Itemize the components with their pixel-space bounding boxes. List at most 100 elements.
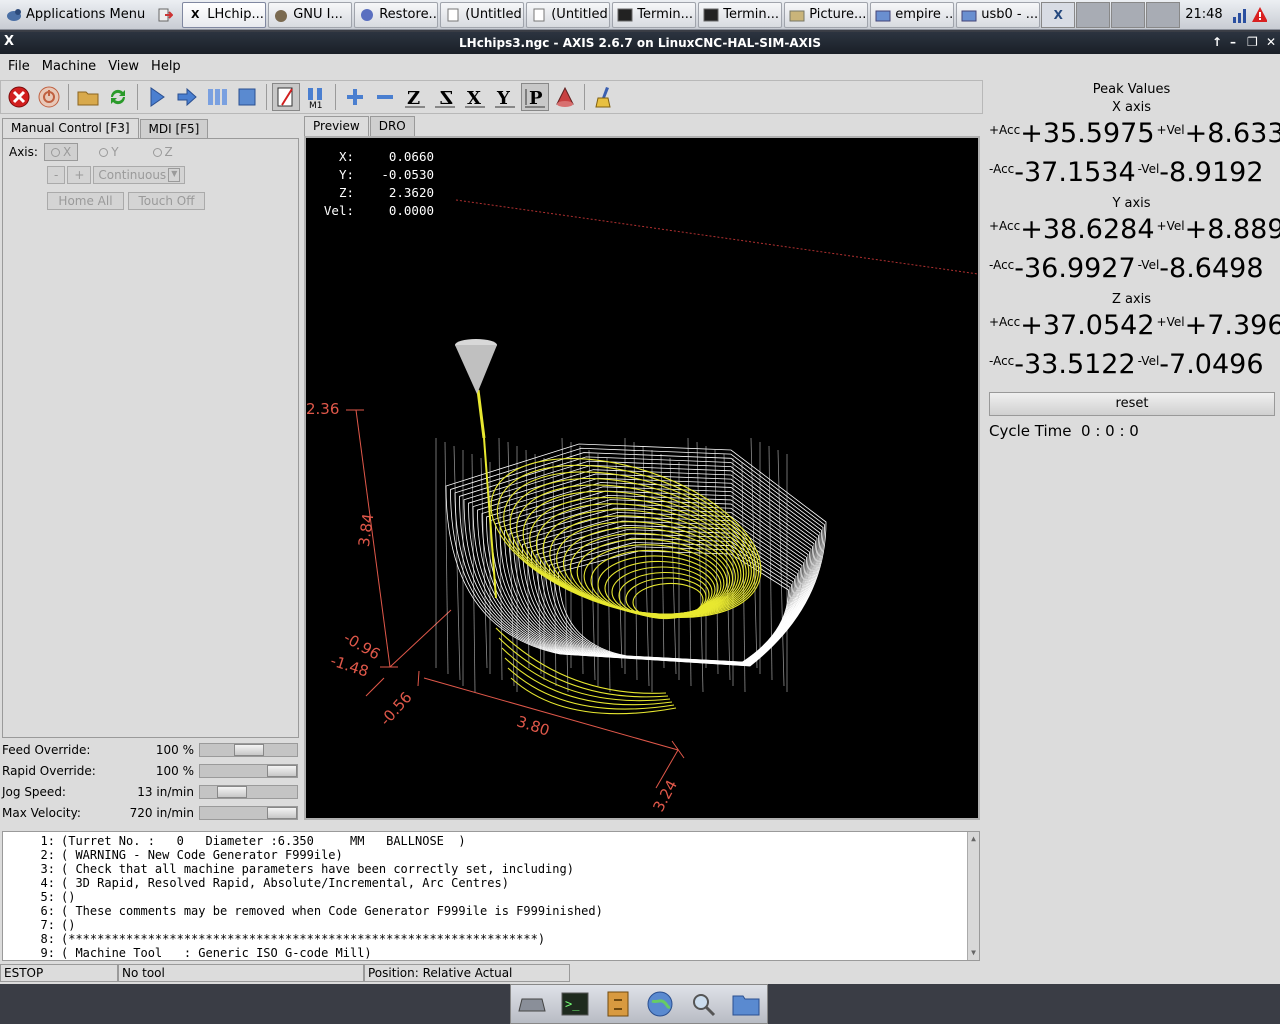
view-z2-button[interactable]: Z [431,83,459,111]
window-x-icon[interactable]: X [4,34,14,49]
task-terminal-1[interactable]: Termin... [612,1,697,28]
tab-manual-control[interactable]: Manual Control [F3] [2,118,139,138]
applications-menu-button[interactable]: Applications Menu [1,2,150,28]
logout-button[interactable] [152,2,180,28]
task-pictures[interactable]: Picture... [784,1,869,28]
warning-icon[interactable] [1251,6,1267,23]
window-title: LHchips3.ngc - AXIS 2.6.7 on LinuxCNC-HA… [459,36,821,50]
peak-y-minus-vel: -8.6498 [1159,253,1264,284]
workspace-1[interactable]: X [1041,1,1076,28]
menu-machine[interactable]: Machine [36,59,102,74]
network-signal-icon[interactable] [1231,7,1247,23]
gcode-line[interactable]: 8: (*************************************… [3,932,979,946]
workspace-4[interactable] [1146,1,1181,28]
toolpath-canvas[interactable]: 2.36 3.84 -0.96 -1.48 -0.56 3.80 3.24 [306,138,978,818]
gcode-line[interactable]: 4: ( 3D Rapid, Resolved Rapid, Absolute/I… [3,876,979,890]
zoom-in-button[interactable] [341,83,369,111]
block-delete-button[interactable] [272,83,300,111]
gcode-scrollbar[interactable]: ▲ ▼ [967,832,979,960]
window-shade-icon[interactable]: ↑ [1212,35,1222,49]
optional-stop-button[interactable]: M1 [302,83,330,111]
terminal-icon[interactable]: >_ [560,989,590,1019]
web-browser-globe-icon[interactable] [645,989,675,1019]
touch-off-button[interactable]: Touch Off [128,192,205,210]
view-x-button[interactable]: X [461,83,489,111]
task-lhchips[interactable]: X LHchip... [182,1,267,28]
gcode-line[interactable]: 7: () [3,918,979,932]
tab-mdi[interactable]: MDI [F5] [139,119,209,138]
applications-menu-label: Applications Menu [26,7,146,22]
axis-z-radio[interactable]: Z [146,143,180,161]
gcode-listing[interactable]: 1: (Turret No. : 0 Diameter :6.350 MM BAL… [2,831,980,961]
gcode-line[interactable]: 2: ( WARNING - New Code Generator F999ile… [3,848,979,862]
zoom-out-button[interactable] [371,83,399,111]
gcode-line[interactable]: 9: ( Machine Tool : Generic ISO G-code Mi… [3,946,979,960]
reload-file-button[interactable] [104,83,132,111]
pause-button[interactable] [203,83,231,111]
jog-speed-slider[interactable] [199,785,298,799]
view-p-button[interactable]: P [521,83,549,111]
jog-increment-select[interactable]: Continuous ▼ [93,166,186,184]
task-label: GNU I... [293,7,343,22]
slider-knob[interactable] [217,786,247,798]
file-cabinet-icon[interactable] [603,989,633,1019]
scroll-up-icon[interactable]: ▲ [968,832,979,846]
workspace-2[interactable] [1076,1,1111,28]
slider-knob[interactable] [234,744,264,756]
step-button[interactable] [173,83,201,111]
folder-icon[interactable] [731,989,761,1019]
menu-file[interactable]: File [2,59,36,74]
terminal-icon [617,7,633,23]
max-velocity-slider[interactable] [199,806,298,820]
feed-override-slider[interactable] [199,743,298,757]
menu-help[interactable]: Help [145,59,187,74]
task-empire[interactable]: empire ... [870,1,955,28]
axis-x-radio[interactable]: X [43,143,79,161]
axis-y-radio[interactable]: Y [92,143,125,161]
clock[interactable]: 21:48 [1181,7,1226,22]
run-button[interactable] [143,83,171,111]
window-minimize-icon[interactable]: – [1230,35,1236,49]
rapid-override-slider[interactable] [199,764,298,778]
stop-button[interactable] [233,83,261,111]
view-z-button[interactable]: Z [401,83,429,111]
toolpath-feed-yellow [490,458,762,715]
toolpath-preview[interactable]: 2.36 3.84 -0.96 -1.48 -0.56 3.80 3.24 X:… [304,136,980,820]
rotate-button[interactable] [551,83,579,111]
gcode-line[interactable]: 3: ( Check that all machine parameters ha… [3,862,979,876]
window-titlebar[interactable]: X LHchips3.ngc - AXIS 2.6.7 on LinuxCNC-… [0,32,1280,54]
task-untitled-2[interactable]: (Untitled) [526,1,611,28]
scroll-down-icon[interactable]: ▼ [968,946,979,960]
task-usb0[interactable]: usb0 - ... [956,1,1041,28]
search-icon[interactable] [688,989,718,1019]
show-desktop-icon[interactable] [517,989,547,1019]
gcode-line-text: (Turret No. : 0 Diameter :6.350 MM BALLN… [61,834,466,848]
home-all-button[interactable]: Home All [47,192,124,210]
window-maximize-icon[interactable]: ❐ [1247,35,1258,49]
machine-power-button[interactable] [35,83,63,111]
tab-dro[interactable]: DRO [369,116,415,136]
task-restore[interactable]: Restore... [354,1,439,28]
estop-button[interactable] [5,83,33,111]
gcode-line-number: 3: [40,862,55,876]
top-taskbar: Applications Menu X LHchip... GNU I... R… [0,0,1280,30]
open-file-button[interactable] [74,83,102,111]
view-y-button[interactable]: Y [491,83,519,111]
slider-knob[interactable] [267,765,297,777]
gcode-line[interactable]: 5: () [3,890,979,904]
task-untitled-1[interactable]: (Untitled) [440,1,525,28]
slider-knob[interactable] [267,807,297,819]
reset-peaks-button[interactable]: reset [989,392,1275,416]
workspace-3[interactable] [1111,1,1146,28]
menu-view[interactable]: View [102,59,145,74]
task-gnu[interactable]: GNU I... [268,1,353,28]
clear-plot-button[interactable] [590,83,618,111]
task-terminal-2[interactable]: Termin... [698,1,783,28]
peak-x-minus-acc: -37.1534 [1014,157,1136,188]
window-close-icon[interactable]: ✕ [1266,35,1276,49]
gcode-line[interactable]: 1: (Turret No. : 0 Diameter :6.350 MM BAL… [3,834,979,848]
jog-plus-button[interactable]: + [67,166,92,184]
tab-preview[interactable]: Preview [304,116,369,136]
jog-minus-button[interactable]: - [47,166,66,184]
gcode-line[interactable]: 6: ( These comments may be removed when C… [3,904,979,918]
